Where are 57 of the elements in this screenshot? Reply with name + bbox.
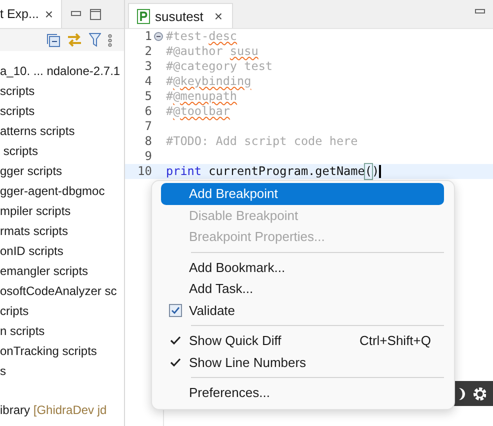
tree-item[interactable]: mpiler scripts <box>0 201 124 221</box>
line-number: 2 <box>144 44 152 59</box>
minimize-icon[interactable] <box>71 11 82 17</box>
line-number: 3 <box>144 59 152 74</box>
collapse-icon[interactable] <box>154 32 163 41</box>
line-number: 6 <box>144 104 152 119</box>
menu-item[interactable]: Preferences... <box>161 382 444 404</box>
code-line: #@menupath <box>165 89 238 104</box>
explorer-tab[interactable]: t Exp... × <box>0 0 62 28</box>
menu-item[interactable]: Show Line Numbers <box>161 352 444 373</box>
tree-item[interactable]: n scripts <box>0 321 124 341</box>
more-icon[interactable] <box>108 34 112 46</box>
code-line: #@category test <box>165 59 273 74</box>
tree-item[interactable]: scripts <box>0 81 124 101</box>
line-number: 4 <box>144 74 152 89</box>
menu-item[interactable]: Validate <box>161 300 444 321</box>
tree-item[interactable]: a_10. ... ndalone-2.7.1 <box>0 61 124 81</box>
filter-icon[interactable] <box>89 33 101 47</box>
line-number: 9 <box>144 149 152 164</box>
line-number: 10 <box>136 164 152 179</box>
line-number: 1 <box>144 29 152 44</box>
collapse-all-icon[interactable] <box>47 34 60 46</box>
tree-item[interactable]: s <box>0 361 124 381</box>
menu-item[interactable]: Show Quick Diff Ctrl+Shift+Q <box>161 330 444 352</box>
maximize-icon[interactable] <box>90 8 102 20</box>
close-icon[interactable]: × <box>214 8 223 24</box>
tree-item[interactable]: ibrary [GhidraDev jd <box>0 400 124 420</box>
minimize-icon[interactable] <box>475 9 485 14</box>
code-line: #@author susu <box>165 44 258 59</box>
editor-tab[interactable]: susutest × <box>128 3 233 28</box>
menu-item[interactable]: Add Breakpoint <box>161 183 444 204</box>
code-line: #@toolbar <box>165 104 230 119</box>
tree-item[interactable]: scripts <box>0 141 124 161</box>
tree-item[interactable]: gger-agent-dbgmoc <box>0 181 124 201</box>
tree-item[interactable]: rmats scripts <box>0 221 124 241</box>
tree-item[interactable]: emangler scripts <box>0 261 124 281</box>
tree-item[interactable]: onID scripts <box>0 241 124 261</box>
code-line: #TODO: Add script code here <box>165 134 358 149</box>
menu-item[interactable]: Add Bookmark... <box>161 256 444 278</box>
shortcut-text: Ctrl+Shift+Q <box>359 333 431 348</box>
tree-item[interactable]: scripts <box>0 101 124 121</box>
gear-icon[interactable] <box>472 386 486 402</box>
tree-item[interactable]: osoftCodeAnalyzer sc <box>0 281 124 301</box>
tree-item[interactable]: cripts <box>0 301 124 321</box>
code-line: #test-desc <box>165 29 238 44</box>
tree-item[interactable]: onTracking scripts <box>0 341 124 361</box>
code-line: #@keybinding <box>165 74 252 89</box>
checkbox[interactable] <box>168 304 182 317</box>
tree-item[interactable]: gger scripts <box>0 161 124 181</box>
menu-item[interactable]: Add Task... <box>161 278 444 300</box>
close-icon[interactable]: × <box>44 6 54 22</box>
tree-item[interactable]: atterns scripts <box>0 121 124 141</box>
code-line: print currentProgram.getName() <box>165 164 381 179</box>
line-number: 7 <box>144 119 152 134</box>
python-file-icon <box>137 8 150 24</box>
line-number: 8 <box>144 134 152 149</box>
line-number: 5 <box>144 89 152 104</box>
